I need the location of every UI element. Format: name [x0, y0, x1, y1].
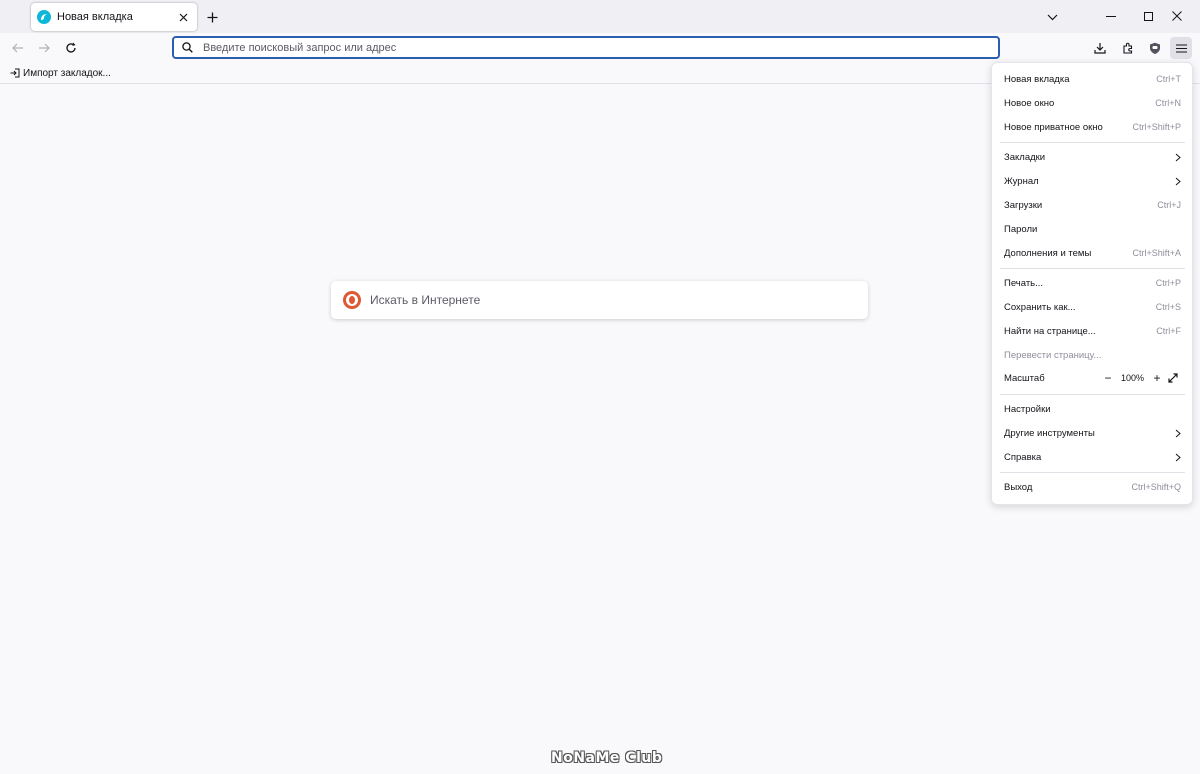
menu-item-exit[interactable]: Выход Ctrl+Shift+Q: [996, 476, 1189, 498]
puzzle-icon: [1123, 42, 1133, 54]
nav-bar: [0, 33, 1200, 63]
firefox-icon: [37, 10, 51, 24]
shield-icon: [1150, 42, 1160, 54]
url-bar[interactable]: [172, 36, 1000, 59]
fullscreen-button[interactable]: [1165, 370, 1181, 386]
tab-new-tab[interactable]: Новая вкладка: [31, 3, 197, 31]
close-window-button[interactable]: [1154, 3, 1200, 29]
new-tab-button[interactable]: [202, 7, 222, 27]
menu-item-find[interactable]: Найти на странице... Ctrl+F: [996, 320, 1189, 342]
menu-item-save-as[interactable]: Сохранить как... Ctrl+S: [996, 296, 1189, 318]
chevron-right-icon: [1175, 453, 1181, 462]
menu-item-passwords[interactable]: Пароли: [996, 218, 1189, 240]
bookmark-label: Импорт закладок...: [23, 67, 111, 79]
app-menu: Новая вкладка Ctrl+T Новое окно Ctrl+N Н…: [991, 62, 1193, 505]
close-icon[interactable]: [175, 9, 191, 25]
chevron-down-icon: [1047, 14, 1057, 20]
tab-title: Новая вкладка: [57, 11, 133, 23]
import-icon: [10, 68, 20, 78]
chevron-right-icon: [1175, 429, 1181, 438]
open-menu-button[interactable]: [1170, 37, 1192, 59]
reload-button[interactable]: [60, 37, 82, 59]
minimize-icon: [1106, 15, 1116, 17]
reload-icon: [66, 42, 76, 53]
arrow-right-icon: [39, 43, 50, 53]
maximize-icon: [1143, 11, 1153, 21]
arrow-left-icon: [12, 43, 23, 53]
menu-item-downloads[interactable]: Загрузки Ctrl+J: [996, 194, 1189, 216]
zoom-out-button[interactable]: −: [1100, 370, 1116, 386]
menu-item-new-private-window[interactable]: Новое приватное окно Ctrl+Shift+P: [996, 116, 1189, 138]
url-input[interactable]: [203, 38, 998, 57]
menu-separator: [1000, 394, 1185, 395]
menu-item-new-window[interactable]: Новое окно Ctrl+N: [996, 92, 1189, 114]
zoom-controls: − 100% +: [1100, 370, 1181, 386]
downloads-button[interactable]: [1089, 37, 1111, 59]
menu-item-bookmarks[interactable]: Закладки: [996, 146, 1189, 168]
forward-button[interactable]: [33, 37, 55, 59]
hamburger-icon: [1175, 43, 1187, 53]
content-search-box[interactable]: Искать в Интернете: [331, 281, 868, 319]
fullscreen-icon: [1168, 373, 1178, 383]
menu-item-addons[interactable]: Дополнения и темы Ctrl+Shift+A: [996, 242, 1189, 264]
extensions-button[interactable]: [1117, 37, 1139, 59]
menu-item-settings[interactable]: Настройки: [996, 398, 1189, 420]
close-icon: [1172, 11, 1182, 21]
watermark: NoNaMe Club: [551, 750, 663, 766]
menu-item-history[interactable]: Журнал: [996, 170, 1189, 192]
chevron-right-icon: [1175, 177, 1181, 186]
menu-item-help[interactable]: Справка: [996, 446, 1189, 468]
menu-separator: [1000, 142, 1185, 143]
list-all-tabs-button[interactable]: [1042, 7, 1062, 27]
search-placeholder: Искать в Интернете: [370, 293, 481, 307]
back-button[interactable]: [7, 37, 29, 59]
menu-item-new-tab[interactable]: Новая вкладка Ctrl+T: [996, 68, 1189, 90]
zoom-level[interactable]: 100%: [1121, 373, 1144, 383]
menu-item-translate: Перевести страницу...: [1004, 349, 1102, 361]
menu-separator: [1000, 268, 1185, 269]
menu-item-zoom: Масштаб − 100% +: [996, 367, 1189, 389]
menu-separator: [1000, 472, 1185, 473]
chevron-right-icon: [1175, 153, 1181, 162]
search-icon: [182, 42, 193, 53]
tab-strip: Новая вкладка: [0, 0, 1200, 33]
menu-item-print[interactable]: Печать... Ctrl+P: [996, 272, 1189, 294]
menu-item-more-tools[interactable]: Другие инструменты: [996, 422, 1189, 444]
plus-icon: [207, 12, 217, 22]
zoom-in-button[interactable]: +: [1149, 370, 1165, 386]
download-icon: [1094, 43, 1106, 54]
bookmark-import[interactable]: Импорт закладок...: [10, 68, 111, 79]
shield-button[interactable]: [1144, 37, 1166, 59]
duckduckgo-icon: [343, 291, 361, 309]
